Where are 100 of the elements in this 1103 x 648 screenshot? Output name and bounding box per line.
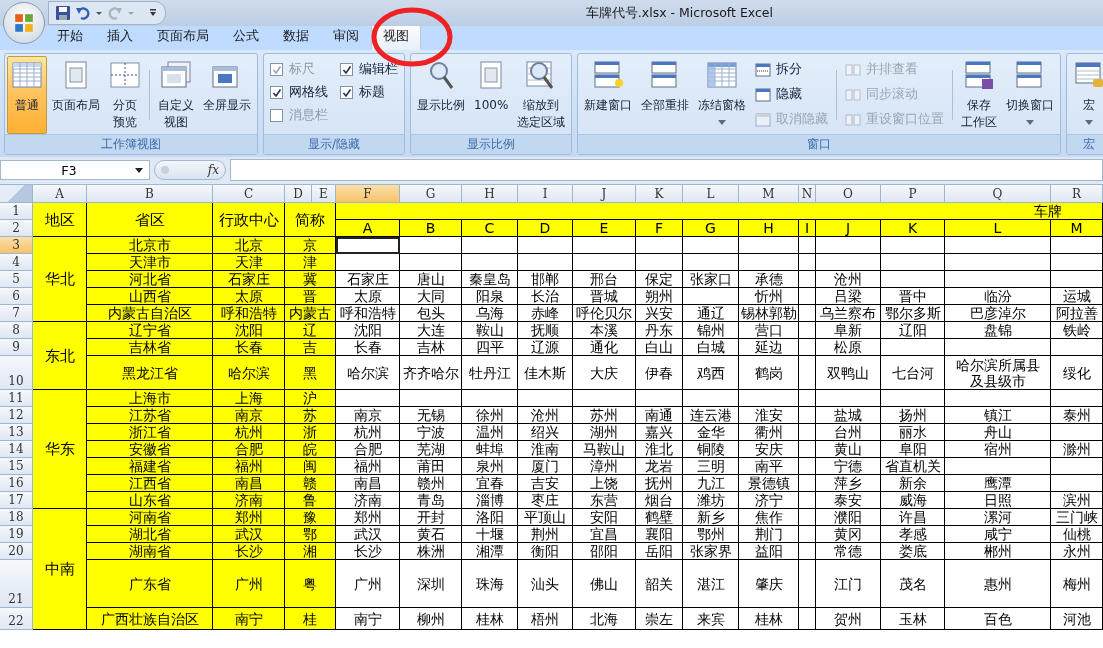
city-cell: 锦州 xyxy=(683,322,739,339)
ribbon-tab[interactable]: 审阅 xyxy=(321,24,371,50)
ribbon-button[interactable]: 页面布局 xyxy=(48,56,104,134)
column-header[interactable]: M xyxy=(739,185,799,203)
row-header[interactable]: 5 xyxy=(0,271,33,288)
checkbox[interactable] xyxy=(340,86,353,99)
column-header[interactable]: L xyxy=(683,185,739,203)
row-header[interactable]: 7 xyxy=(0,305,33,322)
row-header[interactable]: 17 xyxy=(0,492,33,509)
caret-icon[interactable] xyxy=(95,9,103,17)
column-header[interactable]: A xyxy=(33,185,87,203)
ribbon-button[interactable]: 隐藏 xyxy=(751,83,833,106)
abbreviation-cell: 冀 xyxy=(285,271,336,288)
name-box[interactable]: F3 xyxy=(0,160,150,180)
row-header[interactable]: 19 xyxy=(0,526,33,543)
capital-cell: 上海 xyxy=(213,390,285,407)
undo-icon[interactable] xyxy=(75,5,91,21)
row-header[interactable]: 4 xyxy=(0,254,33,271)
ribbon-button[interactable]: 全部重排 xyxy=(637,56,694,134)
column-header[interactable]: D xyxy=(285,185,312,203)
column-header[interactable]: I xyxy=(518,185,573,203)
row-header[interactable]: 1 xyxy=(0,203,33,220)
column-header[interactable]: K xyxy=(636,185,683,203)
city-cell: 佳木斯 xyxy=(518,356,573,390)
city-cell: 滨州 xyxy=(1051,492,1103,509)
row-header[interactable]: 2 xyxy=(0,220,33,237)
ribbon-button[interactable]: 保存 工作区 xyxy=(957,56,1002,134)
city-cell: 鄂州 xyxy=(683,526,739,543)
province-cell: 北京市 xyxy=(87,237,213,254)
column-header[interactable]: E xyxy=(312,185,336,203)
ribbon-tab[interactable]: 开始 xyxy=(45,24,95,50)
abbreviation-cell: 闽 xyxy=(285,458,336,475)
city-cell: 泰州 xyxy=(1051,407,1103,424)
row-header[interactable]: 14 xyxy=(0,441,33,458)
column-header[interactable]: R xyxy=(1051,185,1103,203)
formula-input[interactable] xyxy=(230,159,1103,181)
checkbox-label[interactable]: 标题 xyxy=(359,84,385,101)
column-header[interactable]: B xyxy=(87,185,213,203)
row-header[interactable]: 20 xyxy=(0,543,33,560)
city-cell: 铜陵 xyxy=(683,441,739,458)
save-icon[interactable] xyxy=(55,5,71,21)
row-header[interactable]: 11 xyxy=(0,390,33,407)
ribbon-button[interactable]: 缩放到 选定区域 xyxy=(513,56,570,134)
ribbon-button[interactable]: 切换窗口 xyxy=(1002,56,1059,134)
row-header[interactable]: 22 xyxy=(0,608,33,630)
office-button[interactable] xyxy=(3,2,45,44)
column-header[interactable]: P xyxy=(881,185,945,203)
column-header[interactable]: N xyxy=(799,185,816,203)
plate-letter-cell: C xyxy=(462,220,518,237)
customize-caret-icon[interactable] xyxy=(149,8,157,18)
row-header[interactable]: 12 xyxy=(0,407,33,424)
abbreviation-cell: 辽 xyxy=(285,322,336,339)
ribbon-tab[interactable]: 页面布局 xyxy=(145,24,221,50)
pages-icon xyxy=(845,87,862,102)
row-header[interactable]: 15 xyxy=(0,458,33,475)
ribbon-button[interactable]: 全屏显示 xyxy=(199,56,255,134)
row-header[interactable]: 16 xyxy=(0,475,33,492)
ribbon-button[interactable]: 新建窗口 xyxy=(580,56,637,134)
active-cell[interactable] xyxy=(336,237,400,254)
column-header[interactable]: O xyxy=(816,185,881,203)
grid-icon xyxy=(706,59,739,91)
column-header[interactable]: C xyxy=(213,185,285,203)
column-header[interactable]: Q xyxy=(945,185,1051,203)
ribbon-button[interactable]: 冻结窗格 xyxy=(694,56,751,134)
row-header[interactable]: 21 xyxy=(0,560,33,608)
city-cell: 长沙 xyxy=(336,543,400,560)
column-header[interactable]: F xyxy=(336,185,400,203)
capital-cell: 哈尔滨 xyxy=(213,356,285,390)
city-cell: 韶关 xyxy=(636,560,683,608)
function-button[interactable]: fx xyxy=(207,163,219,177)
ribbon-button[interactable]: 普通 xyxy=(7,56,47,134)
checkbox-label[interactable]: 网格线 xyxy=(289,84,328,101)
province-cell: 上海市 xyxy=(87,390,213,407)
row-header[interactable]: 13 xyxy=(0,424,33,441)
row-header[interactable]: 3 xyxy=(0,237,33,254)
ribbon-button[interactable]: 自定义 视图 xyxy=(154,56,198,134)
row-header[interactable]: 10 xyxy=(0,356,33,390)
column-header[interactable]: J xyxy=(573,185,636,203)
ribbon-tab[interactable]: 插入 xyxy=(95,24,145,50)
capital-cell: 郑州 xyxy=(213,509,285,526)
row-header[interactable]: 18 xyxy=(0,509,33,526)
ribbon-button[interactable]: 显示比例 xyxy=(413,56,469,134)
row-header[interactable]: 9 xyxy=(0,339,33,356)
checkbox-label[interactable]: 编辑栏 xyxy=(359,61,398,78)
ribbon-button[interactable]: 分页 预览 xyxy=(105,56,145,134)
city-cell: 宜春 xyxy=(462,475,518,492)
checkbox[interactable] xyxy=(340,63,353,76)
checkbox[interactable] xyxy=(270,86,283,99)
pages-icon xyxy=(845,62,862,77)
ribbon-tab[interactable]: 公式 xyxy=(221,24,271,50)
column-header[interactable]: H xyxy=(462,185,518,203)
column-header[interactable]: G xyxy=(400,185,462,203)
row-header[interactable]: 8 xyxy=(0,322,33,339)
abbreviation-cell: 吉 xyxy=(285,339,336,356)
header-cell: 省区 xyxy=(87,203,213,237)
ribbon-button[interactable]: 宏 xyxy=(1069,56,1103,134)
row-header[interactable]: 6 xyxy=(0,288,33,305)
ribbon-button[interactable]: 拆分 xyxy=(751,58,833,81)
ribbon-tab[interactable]: 数据 xyxy=(271,24,321,50)
ribbon-button[interactable]: 100% xyxy=(470,56,513,134)
